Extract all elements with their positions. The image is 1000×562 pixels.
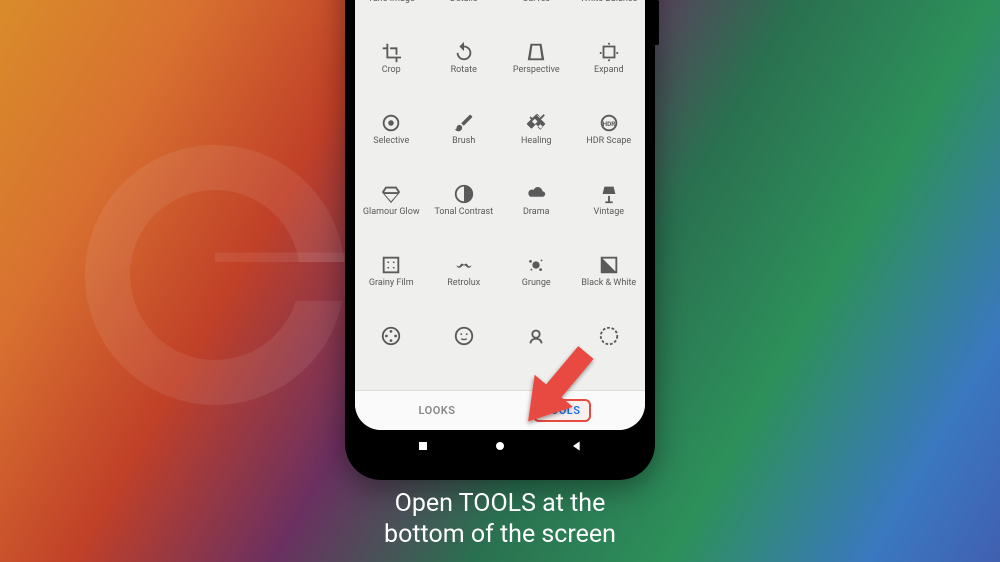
brush-icon [453,112,475,134]
phone-frame: Tune Image Details Curves White Balance … [345,0,655,480]
tool-grunge[interactable]: Grunge [500,248,573,314]
tool-label: Retrolux [447,279,480,289]
contrast-icon [453,183,475,205]
tool-white-balance[interactable]: White Balance [573,0,646,30]
tool-grainy-film[interactable]: Grainy Film [355,248,428,314]
tool-expand[interactable]: Expand [573,35,646,101]
tool-head-pose[interactable] [500,319,573,385]
tool-details[interactable]: Details [428,0,501,30]
tools-grid: Tune Image Details Curves White Balance … [355,0,645,390]
tool-curves[interactable]: Curves [500,0,573,30]
tool-noir[interactable] [355,319,428,385]
expand-icon [598,41,620,63]
tool-rotate[interactable]: Rotate [428,35,501,101]
hdr-icon: HDR [598,112,620,134]
tool-label: Tonal Contrast [434,208,493,218]
tool-drama[interactable]: Drama [500,177,573,243]
aperture-icon [598,325,620,347]
nav-home-button[interactable] [492,438,508,458]
tool-label: Vintage [593,208,624,218]
tool-hdr-scape[interactable]: HDR HDR Scape [573,106,646,172]
tool-label: Crop [382,66,401,76]
tool-selective[interactable]: Selective [355,106,428,172]
tool-label: Healing [521,137,552,147]
tab-looks[interactable]: LOOKS [409,400,466,421]
tool-label: Details [450,0,478,5]
crop-icon [380,41,402,63]
lamp-icon [598,183,620,205]
mustache-icon [453,254,475,276]
tool-label: Expand [594,66,624,76]
healing-icon [525,112,547,134]
tool-label: Selective [373,137,409,147]
tool-label: Black & White [581,279,636,289]
tool-vintage[interactable]: Vintage [573,177,646,243]
face-icon [453,325,475,347]
nav-back-button[interactable] [569,438,585,458]
tool-perspective[interactable]: Perspective [500,35,573,101]
tool-label: Drama [523,208,549,218]
splatter-icon [525,254,547,276]
tool-tonal-contrast[interactable]: Tonal Contrast [428,177,501,243]
google-g-watermark [85,145,345,405]
tool-label: White Balance [580,0,637,5]
tool-healing[interactable]: Healing [500,106,573,172]
tool-black-white[interactable]: Black & White [573,248,646,314]
selective-icon [380,112,402,134]
tool-lens-blur[interactable] [573,319,646,385]
tool-glamour-glow[interactable]: Glamour Glow [355,177,428,243]
head-icon [525,325,547,347]
reel-icon [380,325,402,347]
tool-crop[interactable]: Crop [355,35,428,101]
tool-label: Brush [452,137,475,147]
tool-label: Grunge [522,279,551,289]
instruction-caption: Open TOOLS at the bottom of the screen [300,488,700,551]
nav-recent-button[interactable] [415,438,431,458]
phone-side-button [655,0,659,45]
bottom-tab-bar: LOOKS TOOLS [355,390,645,430]
tool-label: HDR Scape [586,137,631,147]
diamond-icon [380,183,402,205]
perspective-icon [525,41,547,63]
tool-tune-image[interactable]: Tune Image [355,0,428,30]
tool-label: Curves [522,0,550,5]
tab-tools[interactable]: TOOLS [533,399,592,422]
tool-label: Tune Image [368,0,415,5]
tool-portrait[interactable] [428,319,501,385]
rotate-icon [453,41,475,63]
android-navbar [355,430,645,466]
tool-label: Rotate [451,66,477,76]
cloud-icon [525,183,547,205]
tool-label: Glamour Glow [363,208,420,218]
tool-brush[interactable]: Brush [428,106,501,172]
tool-label: Grainy Film [369,279,414,289]
svg-text:HDR: HDR [602,120,615,128]
tool-label: Perspective [513,66,560,76]
app-screen: Tune Image Details Curves White Balance … [355,0,645,430]
film-icon [380,254,402,276]
bw-icon [598,254,620,276]
tool-retrolux[interactable]: Retrolux [428,248,501,314]
